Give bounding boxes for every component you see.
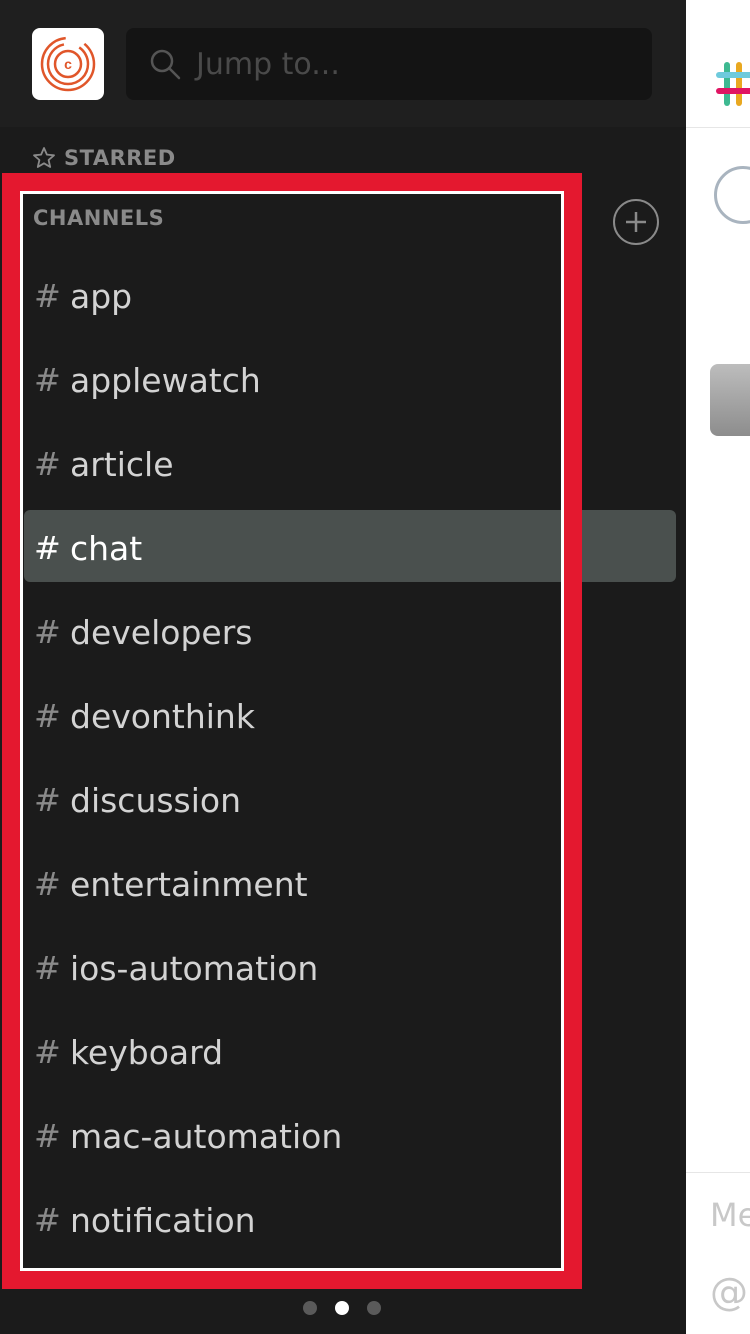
conversation-panel-peek[interactable]: Me @ [686,0,750,1334]
page-dot [367,1301,381,1315]
svg-text:c: c [64,56,72,72]
slack-logo-icon [716,62,750,106]
avatar [710,364,750,436]
hash-icon: # [34,1201,61,1239]
channel-item[interactable]: # devonthink [24,674,557,758]
search-field[interactable]: Jump to... [126,28,652,100]
panel-divider [686,1172,750,1173]
hash-icon: # [34,445,61,483]
star-icon [33,147,55,168]
channel-item[interactable]: # applewatch [24,338,557,422]
channel-name: chat [70,528,143,568]
message-input-placeholder: Me [710,1196,750,1234]
sidebar-topbar: c Jump to... [0,0,686,127]
workspace-logo-icon[interactable]: c [32,28,104,100]
mention-button[interactable]: @ [710,1270,748,1314]
panel-divider [686,127,750,128]
page-dot [303,1301,317,1315]
hash-icon: # [34,1117,61,1155]
channel-name: applewatch [70,360,261,400]
channel-name: ios-automation [70,948,319,988]
channel-item[interactable]: # ios-automation [24,926,557,1010]
search-placeholder: Jump to... [196,46,340,82]
channel-item[interactable]: # discussion [24,758,557,842]
channel-item[interactable]: # notification [24,1178,557,1262]
starred-section-header[interactable]: STARRED [32,140,176,176]
sidebar: c Jump to... STARRED CHANNELS # app # appl… [0,0,686,1334]
channel-list: # app # applewatch # article # chat # develop… [24,254,557,1262]
hash-icon: # [34,529,61,567]
hash-icon: # [34,697,61,735]
channel-item[interactable]: # app [24,254,557,338]
channel-item[interactable]: # article [24,422,557,506]
channel-name: devonthink [70,696,255,736]
hash-icon: # [34,361,61,399]
channel-item[interactable]: # developers [24,590,557,674]
hash-icon: # [34,613,61,651]
channel-name: developers [70,612,253,652]
starred-label: STARRED [64,146,176,170]
page-dot-active [335,1301,349,1315]
hash-icon: # [34,865,61,903]
add-channel-button[interactable] [613,199,659,245]
channel-item-active[interactable]: # chat [24,506,557,590]
channel-name: mac-automation [70,1116,343,1156]
channel-name: discussion [70,780,242,820]
channel-name: notification [70,1200,256,1240]
channel-item[interactable]: # entertainment [24,842,557,926]
bot-avatar [714,166,750,224]
channel-name: keyboard [70,1032,224,1072]
hash-icon: # [34,277,61,315]
hash-icon: # [34,949,61,987]
hash-icon: # [34,781,61,819]
plus-circle-icon [626,212,646,232]
channel-name: article [70,444,174,484]
channel-item[interactable]: # keyboard [24,1010,557,1094]
channel-name: app [70,276,133,316]
search-icon [150,49,181,80]
channel-name: entertainment [70,864,308,904]
hash-icon: # [34,1033,61,1071]
channels-section-header[interactable]: CHANNELS [33,206,164,230]
channel-item[interactable]: # mac-automation [24,1094,557,1178]
page-indicator [303,1301,381,1315]
